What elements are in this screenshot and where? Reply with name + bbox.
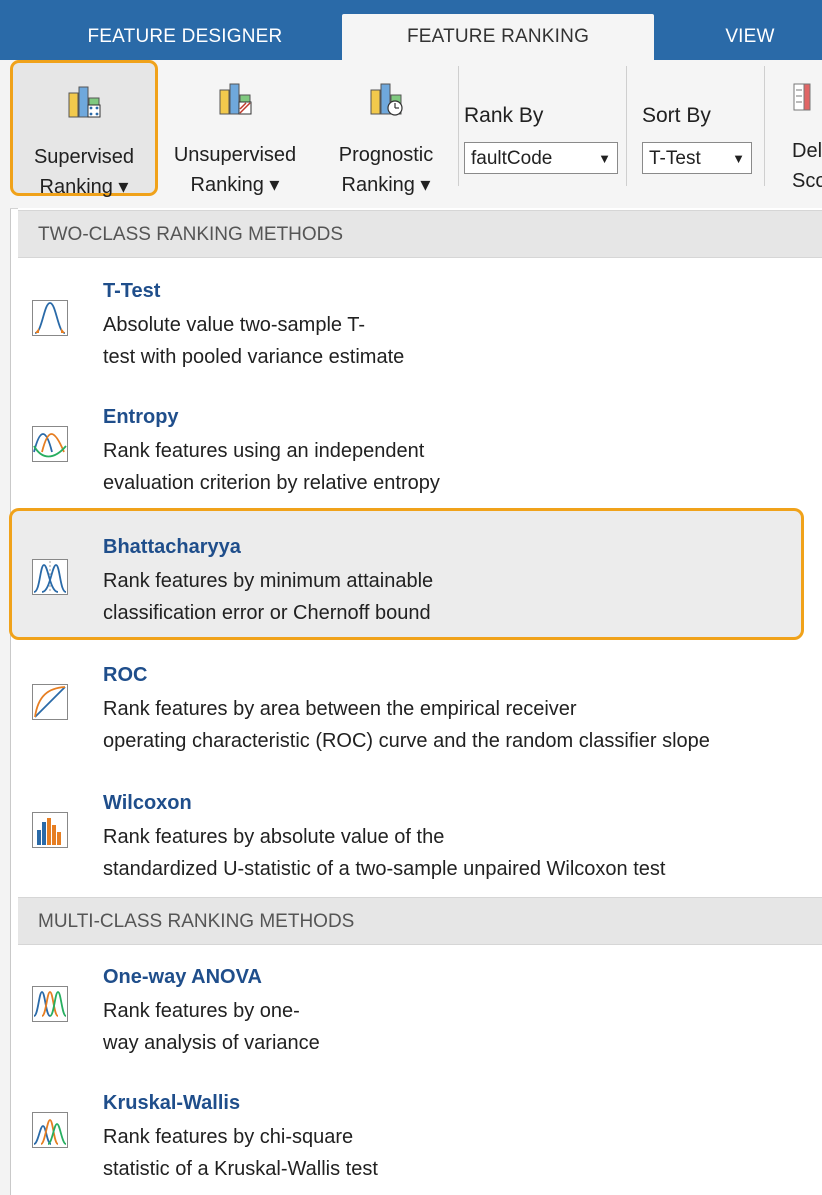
- delete-scores-label-2: Sco: [792, 170, 822, 192]
- sort-by-label: Sort By: [642, 104, 711, 127]
- kruskal-wallis-icon: [32, 1112, 68, 1148]
- sort-by-dropdown[interactable]: T-Test ▼: [642, 142, 752, 174]
- toolstrip: Supervised Ranking ▾ Unsupervised Rankin…: [10, 60, 822, 209]
- toolstrip-separator: [626, 66, 627, 186]
- supervised-ranking-label-1: Supervised: [33, 146, 135, 168]
- wilcoxon-icon: [32, 812, 68, 848]
- menu-item-desc: Rank features by area between the empiri…: [103, 698, 577, 720]
- prognostic-ranking-label-1: Prognostic: [338, 144, 434, 166]
- supervised-ranking-label-2: Ranking ▾: [39, 176, 129, 198]
- tab-bar: FEATURE DESIGNER FEATURE RANKING VIEW: [0, 0, 822, 60]
- menu-item-bhattacharyya[interactable]: Bhattacharyya Rank features by minimum a…: [9, 508, 804, 640]
- menu-item-desc: Rank features by chi-square: [103, 1126, 354, 1148]
- t-test-icon: [32, 300, 68, 336]
- prognostic-ranking-icon: [369, 82, 403, 116]
- menu-item-kruskal-wallis[interactable]: Kruskal-Wallis Rank features by chi-squa…: [18, 1092, 822, 1188]
- unsupervised-ranking-label-1: Unsupervised: [173, 144, 297, 166]
- menu-item-desc: operating characteristic (ROC) curve and…: [103, 730, 710, 752]
- menu-item-wilcoxon[interactable]: Wilcoxon Rank features by absolute value…: [18, 792, 822, 888]
- delete-scores-label-1: Del: [792, 140, 822, 162]
- bhattacharyya-icon: [32, 559, 68, 595]
- menu-item-desc: Rank features using an independent: [103, 440, 425, 462]
- sort-by-value: T-Test: [649, 148, 701, 169]
- menu-item-title: One-way ANOVA: [103, 966, 262, 988]
- section-header-multi-class: MULTI-CLASS RANKING METHODS: [18, 897, 822, 945]
- supervised-ranking-button[interactable]: Supervised Ranking ▾: [10, 60, 158, 198]
- rank-by-label: Rank By: [464, 104, 544, 127]
- menu-item-desc: Rank features by absolute value of the: [103, 826, 445, 848]
- tab-feature-ranking[interactable]: FEATURE RANKING: [342, 14, 654, 60]
- prognostic-ranking-label-2: Ranking ▾: [341, 174, 431, 196]
- menu-item-desc: way analysis of variance: [103, 1032, 320, 1054]
- menu-item-title: T-Test: [103, 280, 161, 302]
- menu-item-title: Bhattacharyya: [103, 536, 241, 558]
- menu-item-title: Kruskal-Wallis: [103, 1092, 241, 1114]
- menu-item-desc: Rank features by one-: [103, 1000, 300, 1022]
- menu-item-title: Wilcoxon: [103, 792, 192, 814]
- menu-item-desc: statistic of a Kruskal-Wallis test: [103, 1158, 378, 1180]
- roc-icon: [32, 684, 68, 720]
- menu-item-roc[interactable]: ROC Rank features by area between the em…: [18, 664, 822, 760]
- rank-by-value: faultCode: [471, 148, 553, 169]
- prognostic-ranking-button[interactable]: Prognostic Ranking ▾: [316, 64, 456, 200]
- tab-view[interactable]: VIEW: [700, 14, 800, 60]
- menu-item-desc: classification error or Chernoff bound: [103, 602, 431, 624]
- tab-feature-designer[interactable]: FEATURE DESIGNER: [60, 14, 310, 60]
- menu-item-t-test[interactable]: T-Test Absolute value two-sample T- test…: [18, 280, 822, 376]
- ranking-methods-menu: TWO-CLASS RANKING METHODS T-Test Absolut…: [9, 208, 822, 1195]
- chevron-down-icon: ▼: [598, 151, 611, 166]
- entropy-icon: [32, 426, 68, 462]
- unsupervised-ranking-icon: [218, 82, 252, 116]
- delete-scores-button[interactable]: Del Sco: [778, 60, 822, 200]
- rank-by-dropdown[interactable]: faultCode ▼: [464, 142, 618, 174]
- toolstrip-separator: [764, 66, 765, 186]
- menu-item-desc: standardized U-statistic of a two-sample…: [103, 858, 666, 880]
- menu-item-desc: test with pooled variance estimate: [103, 346, 405, 368]
- menu-item-desc: Rank features by minimum attainable: [103, 570, 434, 592]
- toolstrip-separator: [458, 66, 459, 186]
- unsupervised-ranking-button[interactable]: Unsupervised Ranking ▾: [160, 64, 310, 200]
- menu-item-one-way-anova[interactable]: One-way ANOVA Rank features by one- way …: [18, 966, 822, 1062]
- menu-item-title: Entropy: [103, 406, 179, 428]
- menu-item-entropy[interactable]: Entropy Rank features using an independe…: [18, 406, 822, 502]
- unsupervised-ranking-label-2: Ranking ▾: [190, 174, 280, 196]
- anova-icon: [32, 986, 68, 1022]
- menu-item-desc: Absolute value two-sample T-: [103, 314, 365, 336]
- chevron-down-icon: ▼: [732, 151, 745, 166]
- delete-scores-icon: [792, 80, 822, 119]
- supervised-ranking-icon: [67, 85, 101, 119]
- menu-item-title: ROC: [103, 664, 148, 686]
- section-header-two-class: TWO-CLASS RANKING METHODS: [18, 210, 822, 258]
- menu-item-desc: evaluation criterion by relative entropy: [103, 472, 440, 494]
